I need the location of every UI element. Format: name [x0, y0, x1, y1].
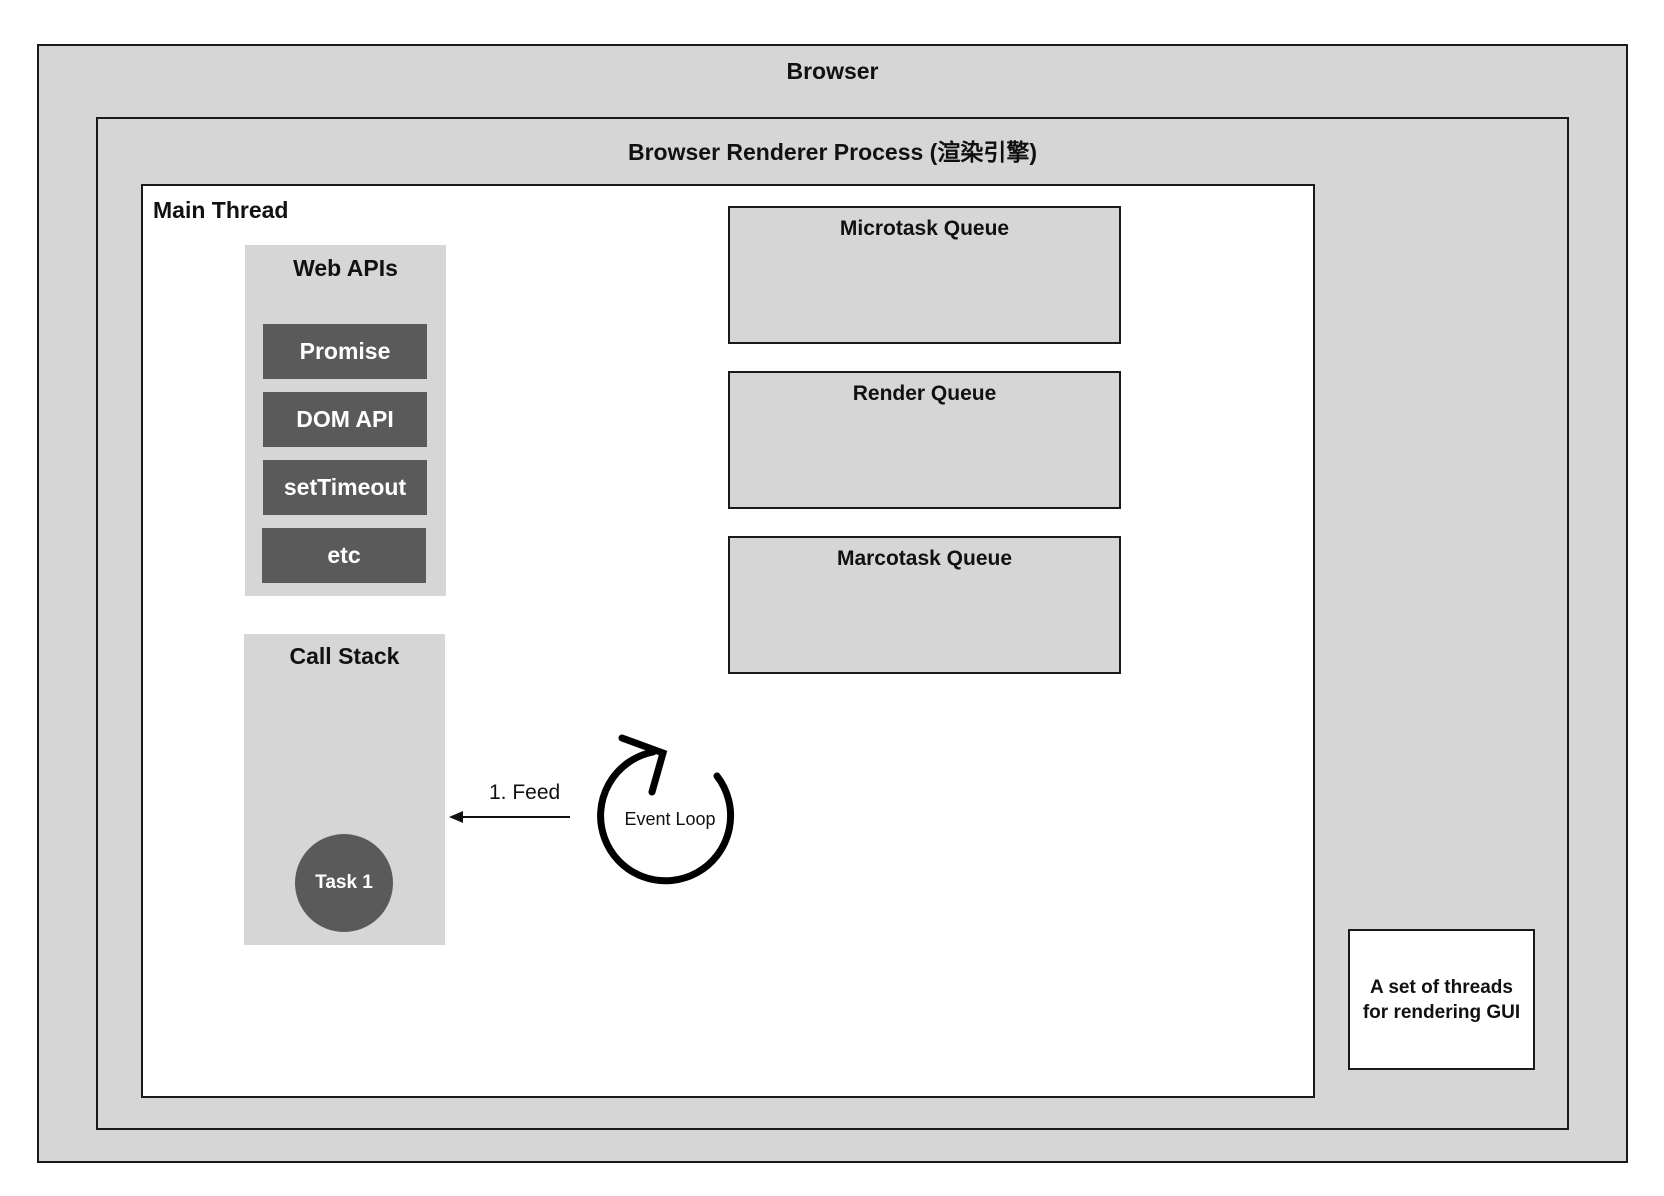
- feed-arrow-head: [449, 811, 463, 823]
- event-loop-label: Event Loop: [624, 809, 716, 829]
- feed-arrow-label: 1. Feed: [489, 781, 561, 804]
- diagram-overlay: [449, 734, 735, 885]
